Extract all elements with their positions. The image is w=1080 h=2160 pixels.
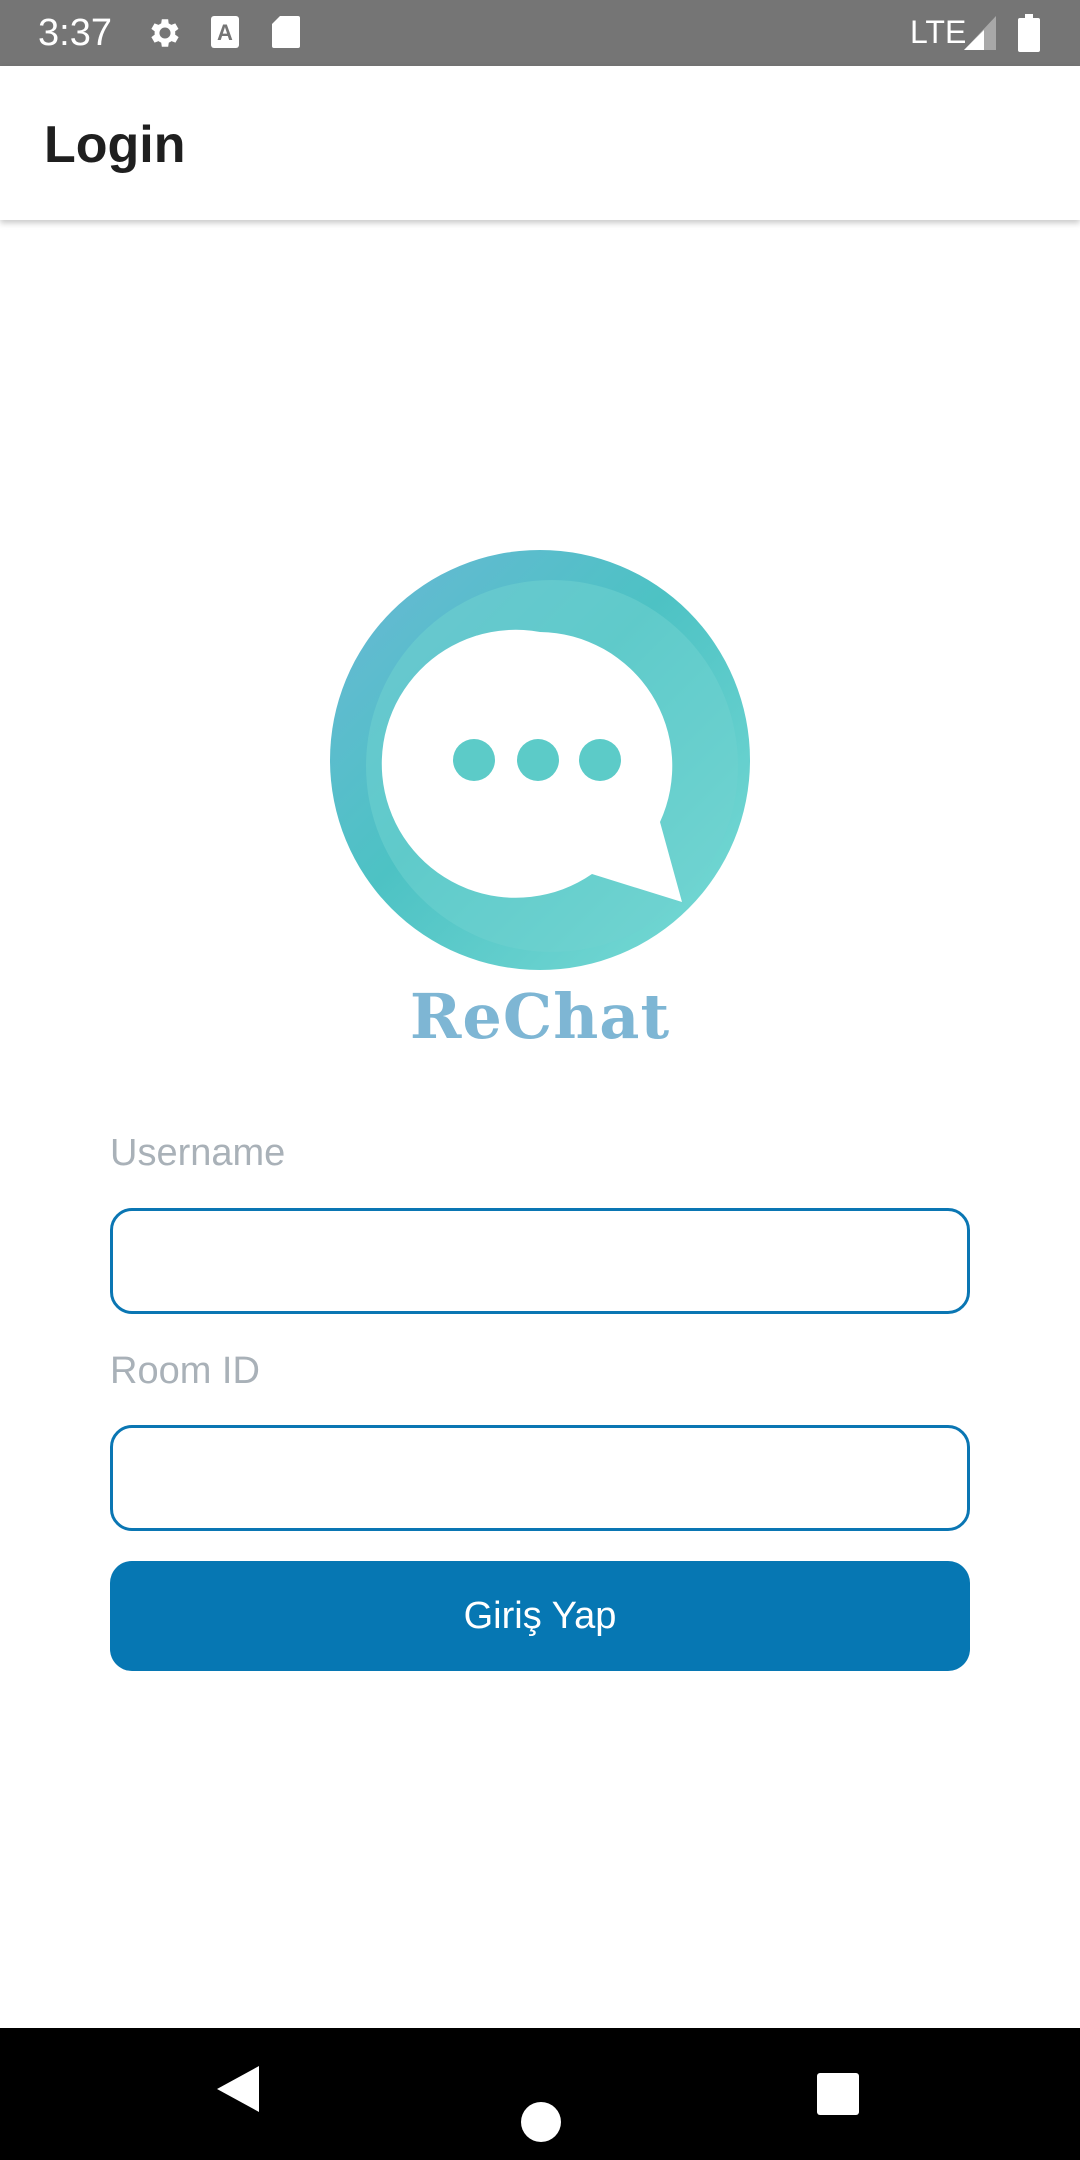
- recents-icon[interactable]: [817, 2073, 859, 2115]
- svg-text:A: A: [217, 20, 233, 45]
- rechat-logo: [320, 540, 760, 980]
- room-id-label: Room ID: [110, 1350, 260, 1392]
- battery-icon: [1018, 14, 1040, 57]
- page-title: Login: [44, 116, 186, 174]
- room-id-input[interactable]: [110, 1425, 970, 1531]
- status-time: 3:37: [38, 12, 112, 54]
- home-icon[interactable]: [521, 2102, 561, 2142]
- username-label: Username: [110, 1132, 286, 1174]
- signal-icon: [964, 16, 998, 55]
- username-input[interactable]: [110, 1208, 970, 1314]
- settings-icon: [146, 14, 184, 57]
- network-type: LTE: [910, 14, 967, 50]
- back-icon[interactable]: [215, 2064, 261, 2119]
- keyboard-a-icon: A: [209, 14, 241, 55]
- login-button[interactable]: Giriş Yap: [110, 1561, 970, 1671]
- app-bar: Login: [0, 66, 1080, 220]
- navigation-bar: [0, 2028, 1080, 2160]
- sd-card-icon: [270, 14, 302, 55]
- status-bar: 3:37 A LTE: [0, 0, 1080, 66]
- logo-text: ReChat: [409, 980, 671, 1053]
